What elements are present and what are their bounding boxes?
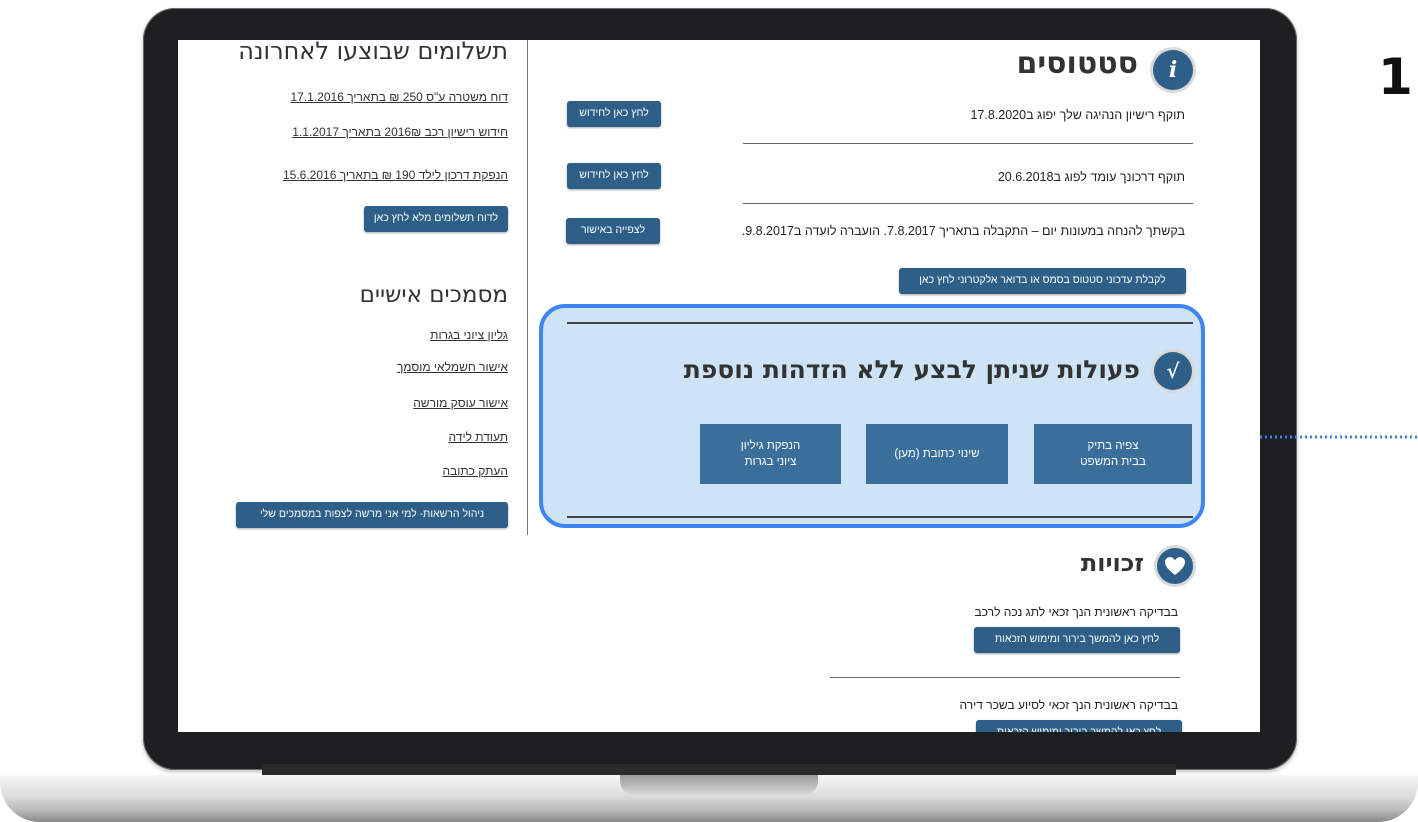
document-link[interactable]: אישור חשמלאי מוסמך xyxy=(397,360,508,374)
check-icon: √ xyxy=(1154,352,1192,390)
button-label: בבית המשפט xyxy=(1080,456,1146,468)
rights-continue-button[interactable]: לחץ כאן להמשך בירור ומימוש הזכאות xyxy=(974,627,1180,653)
column-divider xyxy=(527,40,528,535)
document-link[interactable]: גליון ציוני בגרות xyxy=(430,328,508,342)
rights-text: בבדיקה ראשונית הנך זכאי לסיוע בשכר דירה xyxy=(959,698,1178,712)
laptop-notch xyxy=(620,775,818,795)
status-title: סטטוסים xyxy=(1016,46,1138,81)
actions-highlight-panel xyxy=(539,304,1205,528)
button-label: הנפקת גיליון xyxy=(740,440,801,452)
divider xyxy=(567,322,1193,324)
divider xyxy=(830,677,1180,678)
rights-text: בבדיקה ראשונית הנך זכאי לתג נכה לרכב xyxy=(974,605,1178,619)
status-text: תוקף דרכונך עומד לפוג ב20.6.2018 xyxy=(997,170,1185,184)
document-link[interactable]: תעודת לידה xyxy=(449,430,508,444)
payment-link[interactable]: חידוש רישיון רכב 2016₪ בתאריך 1.1.2017 xyxy=(292,125,508,139)
divider xyxy=(743,203,1193,204)
status-updates-button[interactable]: לקבלת עדכוני סטטוס בסמס או בדואר אלקטרונ… xyxy=(899,268,1186,294)
edge-step-number: 1 xyxy=(1378,48,1413,106)
payments-title: תשלומים שבוצעו לאחרונה xyxy=(238,40,508,65)
divider xyxy=(743,143,1193,144)
manage-permissions-button[interactable]: ניהול הרשאות- למי אני מרשה לצפות במסמכים… xyxy=(236,502,508,528)
rights-continue-button[interactable]: לחץ כאן להמשך בירור ומימוש הזכאות xyxy=(976,720,1182,732)
view-court-case-button[interactable]: צפיה בתיק בבית המשפט xyxy=(1034,424,1192,484)
rights-title: זכויות xyxy=(1080,549,1144,577)
view-approval-button[interactable]: לצפייה באישור xyxy=(566,218,660,244)
payment-link[interactable]: הנפקת דרכון לילד 190 ₪ בתאריך 15.6.2016 xyxy=(283,168,508,182)
document-link[interactable]: העתק כתובה xyxy=(442,464,508,478)
status-text: בקשתך להנחה במעונות יום – התקבלה בתאריך … xyxy=(741,224,1185,238)
payment-link[interactable]: דוח משטרה ע"ס 250 ₪ בתאריך 17.1.2016 xyxy=(291,90,509,104)
documents-title: מסמכים אישיים xyxy=(359,282,508,308)
button-label: שינוי כתובת (מען) xyxy=(894,448,980,460)
renew-license-button[interactable]: לחץ כאן לחידוש xyxy=(567,101,661,127)
issue-grades-sheet-button[interactable]: הנפקת גיליון ציוני בגרות xyxy=(700,424,841,484)
button-label: צפיה בתיק xyxy=(1087,440,1139,452)
renew-passport-button[interactable]: לחץ כאן לחידוש xyxy=(567,163,661,189)
document-link[interactable]: אישור עוסק מורשה xyxy=(413,396,508,410)
divider xyxy=(567,516,1193,518)
laptop-screen: תשלומים שבוצעו לאחרונה דוח משטרה ע"ס 250… xyxy=(178,40,1260,732)
info-icon: i xyxy=(1153,50,1193,90)
button-label: ציוני בגרות xyxy=(744,456,797,468)
actions-title: פעולות שניתן לבצע ללא הזדהות נוספת xyxy=(683,355,1140,384)
heart-icon xyxy=(1157,548,1193,584)
change-address-button[interactable]: שינוי כתובת (מען) xyxy=(866,424,1008,484)
status-text: תוקף רישיון הנהיגה שלך יפוג ב17.8.2020 xyxy=(970,108,1185,122)
full-payments-report-button[interactable]: לדוח תשלומים מלא לחץ כאן xyxy=(364,206,508,232)
